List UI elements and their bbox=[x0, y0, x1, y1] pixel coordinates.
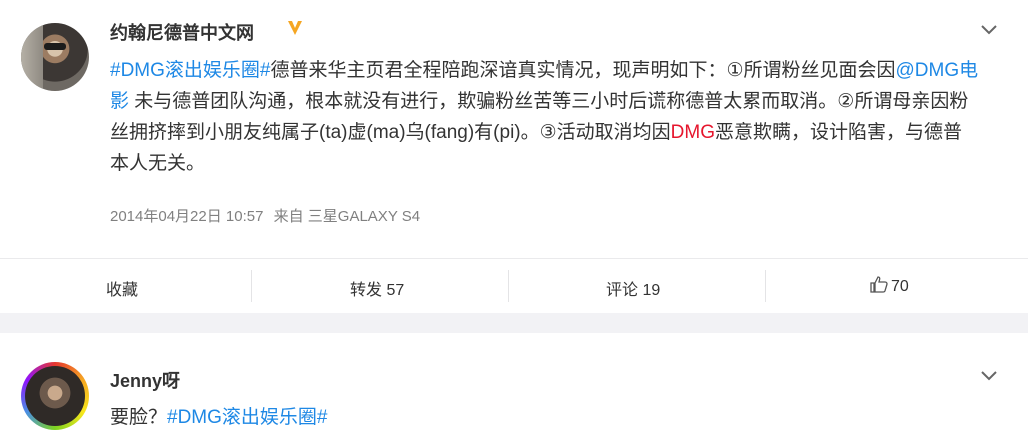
divider bbox=[251, 270, 252, 302]
commenter-avatar[interactable] bbox=[21, 362, 89, 430]
commenter-name[interactable]: Jenny呀 bbox=[110, 367, 180, 393]
divider bbox=[508, 270, 509, 302]
repost-button[interactable]: 转发 57 bbox=[350, 276, 404, 300]
hashtag-link[interactable]: #DMG滚出娱乐圈# bbox=[110, 60, 270, 81]
comment-text: 要脸？#DMG滚出娱乐圈# bbox=[110, 402, 327, 429]
verified-v-icon bbox=[288, 21, 302, 35]
like-count: 70 bbox=[891, 278, 909, 295]
post-text: #DMG滚出娱乐圈#德普来华主页君全程陪跑深谙真实情况，现声明如下：①所谓粉丝见… bbox=[110, 55, 980, 179]
comment-button[interactable]: 评论 19 bbox=[606, 276, 660, 300]
post-text-part1: 德普来华主页君全程陪跑深谙真实情况，现声明如下：①所谓粉丝见面会因 bbox=[270, 60, 896, 81]
highlighted-text: DMG bbox=[670, 122, 715, 143]
author-avatar[interactable] bbox=[21, 23, 89, 91]
avatar-sunglasses bbox=[44, 43, 66, 50]
post-timestamp[interactable]: 2014年04月22日 10:57 bbox=[110, 208, 263, 225]
thumbs-up-icon bbox=[870, 276, 888, 293]
favorite-button[interactable]: 收藏 bbox=[106, 276, 138, 300]
chevron-down-icon[interactable] bbox=[980, 24, 998, 36]
avatar-background bbox=[21, 23, 43, 91]
comment-text-prefix: 要脸？ bbox=[110, 407, 168, 428]
post-source: 来自 三星GALAXY S4 bbox=[273, 208, 421, 225]
author-name[interactable]: 约翰尼德普中文网 bbox=[110, 19, 254, 45]
chevron-down-icon[interactable] bbox=[980, 370, 998, 382]
avatar-photo bbox=[25, 366, 85, 426]
hashtag-link[interactable]: #DMG滚出娱乐圈# bbox=[167, 407, 327, 428]
post-meta: 2014年04月22日 10:57 来自 三星GALAXY S4 bbox=[110, 205, 426, 226]
weibo-post-card: 约翰尼德普中文网 #DMG滚出娱乐圈#德普来华主页君全程陪跑深谙真实情况，现声明… bbox=[0, 0, 1028, 313]
divider bbox=[0, 258, 1028, 259]
like-button[interactable]: 70 bbox=[870, 276, 909, 296]
divider bbox=[765, 270, 766, 302]
